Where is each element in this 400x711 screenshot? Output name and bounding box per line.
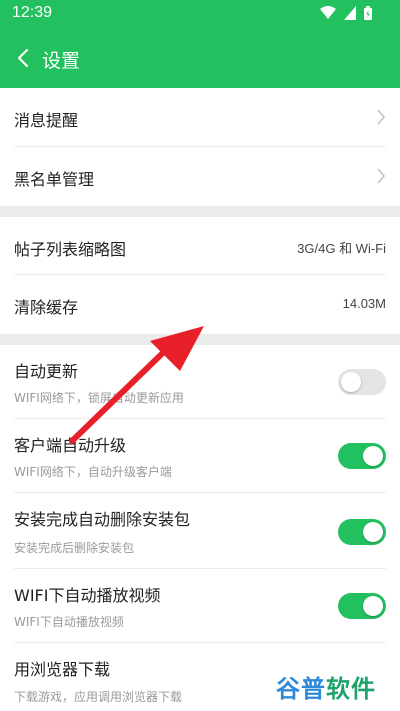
row-value: 14.03M [342,296,386,311]
page-title: 设置 [42,50,81,72]
row-label: 清除缓存 [14,298,79,317]
row-description: 下载游戏，应用调用浏览器下载 [14,690,183,704]
wifi-icon [320,6,336,19]
row-label: 帖子列表缩略图 [14,240,127,259]
settings-row-auto-update[interactable]: 自动更新 WIFI网络下，锁屏自动更新应用 [0,345,400,419]
chevron-right-icon [377,109,386,125]
toggle-knob [363,446,383,466]
watermark-logo: 谷普软件园 [276,669,400,711]
back-arrow-icon[interactable] [14,48,34,68]
row-label: 安装完成自动删除安装包 [14,510,191,529]
autoplay-video-toggle[interactable] [338,593,386,619]
toggle-knob [341,372,361,392]
settings-group-notifications: 消息提醒 黑名单管理 [0,88,400,206]
delete-package-toggle[interactable] [338,519,386,545]
status-time: 12:39 [12,4,53,21]
row-label: 黑名单管理 [14,170,95,189]
status-bar: 12:39 [0,0,400,28]
settings-group-updates: 自动更新 WIFI网络下，锁屏自动更新应用 客户端自动升级 WIFI网络下，自动… [0,345,400,711]
row-label: 用浏览器下载 [14,660,111,679]
row-description: 安装完成后删除安装包 [14,541,135,555]
status-icons [320,5,372,21]
row-label: 客户端自动升级 [14,436,127,455]
row-label: 自动更新 [14,362,79,381]
settings-row-autoplay-video[interactable]: WIFI下自动播放视频 WIFI下自动播放视频 [0,569,400,643]
row-label: WIFI下自动播放视频 [14,586,161,605]
toggle-knob [363,522,383,542]
row-description: WIFI网络下，自动升级客户端 [14,465,172,479]
settings-group-data: 帖子列表缩略图 3G/4G 和 Wi-Fi 清除缓存 14.03M [0,217,400,334]
signal-icon [344,6,356,20]
row-description: WIFI下自动播放视频 [14,615,124,629]
row-description: WIFI网络下，锁屏自动更新应用 [14,391,184,405]
settings-row-blacklist[interactable]: 黑名单管理 [0,147,400,206]
auto-update-toggle[interactable] [338,369,386,395]
settings-row-thumbnail[interactable]: 帖子列表缩略图 3G/4G 和 Wi-Fi [0,217,400,275]
toggle-knob [363,596,383,616]
watermark-part1: 谷普 [276,675,326,703]
settings-row-message-reminder[interactable]: 消息提醒 [0,88,400,147]
settings-row-client-upgrade[interactable]: 客户端自动升级 WIFI网络下，自动升级客户端 [0,419,400,493]
row-label: 消息提醒 [14,111,79,130]
settings-row-clear-cache[interactable]: 清除缓存 14.03M [0,275,400,334]
app-bar: 设置 [0,28,400,88]
row-value: 3G/4G 和 Wi-Fi [297,241,386,256]
client-upgrade-toggle[interactable] [338,443,386,469]
settings-row-delete-package[interactable]: 安装完成自动删除安装包 安装完成后删除安装包 [0,493,400,569]
battery-icon [364,6,372,20]
chevron-right-icon [377,168,386,184]
